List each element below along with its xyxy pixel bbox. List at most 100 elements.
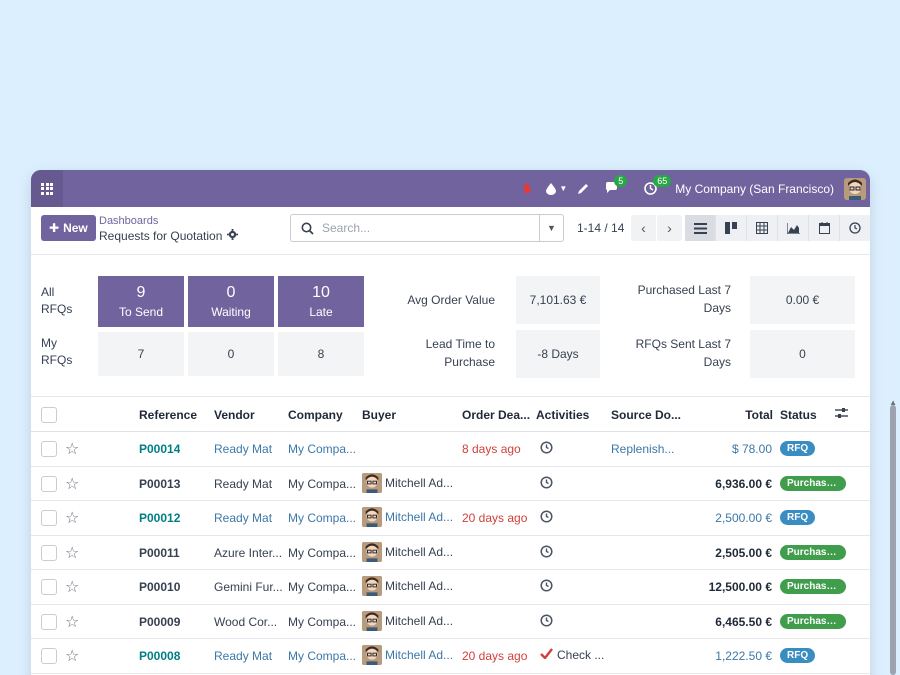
- graph-view-icon[interactable]: [778, 215, 809, 241]
- row-vendor[interactable]: Ready Mat: [214, 511, 284, 525]
- row-buyer[interactable]: Mitchell Ad...: [362, 576, 453, 596]
- activity-clock-icon[interactable]: [540, 510, 553, 526]
- optional-columns-toggle-icon[interactable]: [835, 407, 848, 422]
- row-vendor[interactable]: Gemini Fur...: [214, 580, 284, 594]
- column-buyer[interactable]: Buyer: [362, 408, 396, 422]
- star-icon[interactable]: ☆: [65, 646, 79, 666]
- table-row[interactable]: ☆ P00011 Azure Inter... My Compa... Mitc…: [31, 536, 870, 570]
- table-row[interactable]: ☆ P00008 Ready Mat My Compa... Mitchell …: [31, 639, 870, 674]
- theme-drop-icon[interactable]: ▼: [546, 182, 567, 195]
- row-company[interactable]: My Compa...: [288, 442, 358, 456]
- row-buyer[interactable]: Mitchell Ad...: [362, 645, 453, 665]
- activity-clock-icon[interactable]: [540, 579, 553, 595]
- table-row[interactable]: ☆ P00014 Ready Mat My Compa... 8 days ag…: [31, 432, 870, 467]
- column-vendor[interactable]: Vendor: [214, 408, 255, 422]
- new-button[interactable]: ✚ New: [41, 215, 96, 241]
- row-buyer[interactable]: Mitchell Ad...: [362, 541, 453, 562]
- all-waiting-tile[interactable]: 0 Waiting: [188, 276, 274, 327]
- all-late-tile[interactable]: 10 Late: [278, 276, 364, 327]
- activity-clock-icon[interactable]: [540, 544, 553, 561]
- row-checkbox[interactable]: [41, 613, 57, 630]
- row-reference[interactable]: P00009: [139, 615, 180, 629]
- column-order-deadline[interactable]: Order Dea...: [462, 408, 530, 422]
- company-switcher[interactable]: My Company (San Francisco): [675, 182, 834, 196]
- star-icon[interactable]: ☆: [65, 508, 79, 528]
- row-checkbox[interactable]: [41, 544, 57, 561]
- table-row[interactable]: ☆ P00009 Wood Cor... My Compa... Mitchel…: [31, 605, 870, 639]
- star-icon[interactable]: ☆: [65, 439, 79, 459]
- activity-clock-icon[interactable]: [540, 441, 553, 457]
- row-company[interactable]: My Compa...: [288, 546, 358, 560]
- row-buyer[interactable]: Mitchell Ad...: [362, 610, 453, 631]
- search-options-chevron-down-icon[interactable]: ▼: [539, 215, 563, 241]
- row-buyer[interactable]: Mitchell Ad...: [362, 472, 453, 493]
- row-checkbox[interactable]: [41, 441, 57, 457]
- activity-clock-icon[interactable]: 65: [644, 175, 672, 195]
- star-icon[interactable]: ☆: [65, 612, 79, 632]
- row-reference[interactable]: P00013: [139, 477, 180, 491]
- all-to-send-tile[interactable]: 9 To Send: [98, 276, 184, 327]
- my-to-send-tile[interactable]: 7: [98, 332, 184, 376]
- user-avatar[interactable]: [844, 177, 866, 200]
- activity-clock-icon[interactable]: [540, 613, 553, 630]
- column-reference[interactable]: Reference: [139, 408, 197, 422]
- row-checkbox[interactable]: [41, 579, 57, 595]
- star-icon[interactable]: ☆: [65, 577, 79, 597]
- search-bar[interactable]: Search... ▼: [290, 214, 564, 242]
- row-company[interactable]: My Compa...: [288, 477, 358, 491]
- row-buyer[interactable]: Mitchell Ad...: [362, 507, 453, 527]
- pager-next-icon[interactable]: ›: [657, 215, 682, 241]
- kanban-view-icon[interactable]: [716, 215, 747, 241]
- list-view-icon[interactable]: [685, 215, 716, 241]
- star-icon[interactable]: ☆: [65, 474, 79, 494]
- pager-previous-icon[interactable]: ‹: [631, 215, 656, 241]
- search-input[interactable]: Search...: [322, 221, 539, 235]
- row-company[interactable]: My Compa...: [288, 615, 358, 629]
- row-company[interactable]: My Compa...: [288, 511, 358, 525]
- row-vendor[interactable]: Azure Inter...: [214, 546, 284, 560]
- row-reference[interactable]: P00012: [139, 511, 180, 525]
- row-vendor[interactable]: Ready Mat: [214, 649, 284, 663]
- debug-bug-icon[interactable]: [522, 183, 532, 194]
- pager-value[interactable]: 1-14 / 14: [577, 221, 624, 235]
- table-row[interactable]: ☆ P00012 Ready Mat My Compa... Mitchell …: [31, 501, 870, 536]
- column-total[interactable]: Total: [745, 408, 773, 422]
- apps-menu-icon[interactable]: [31, 170, 63, 207]
- row-vendor[interactable]: Ready Mat: [214, 477, 284, 491]
- select-all-checkbox[interactable]: [41, 407, 57, 423]
- checkmark-icon: [540, 648, 553, 662]
- row-reference[interactable]: P00008: [139, 649, 180, 663]
- row-reference[interactable]: P00010: [139, 580, 180, 594]
- activity-clock-icon[interactable]: [540, 475, 553, 492]
- column-activities[interactable]: Activities: [536, 408, 589, 422]
- activity-view-clock-icon[interactable]: [840, 215, 870, 241]
- row-company[interactable]: My Compa...: [288, 580, 358, 594]
- table-row[interactable]: ☆ P00013 Ready Mat My Compa... Mitchell …: [31, 467, 870, 501]
- row-company[interactable]: My Compa...: [288, 649, 358, 663]
- breadcrumb-dashboards-link[interactable]: Dashboards: [99, 215, 158, 227]
- table-row[interactable]: ☆ P00010 Gemini Fur... My Compa... Mitch…: [31, 570, 870, 605]
- row-source-document[interactable]: Replenish...: [611, 442, 677, 456]
- row-checkbox[interactable]: [41, 510, 57, 526]
- calendar-view-icon[interactable]: [809, 215, 840, 241]
- vertical-scrollbar[interactable]: [890, 405, 896, 675]
- app-window: ▼ 5 65 My Company (San Francisco) ✚ New: [31, 170, 870, 675]
- row-vendor[interactable]: Ready Mat: [214, 442, 284, 456]
- row-reference[interactable]: P00011: [139, 546, 180, 560]
- my-waiting-tile[interactable]: 0: [188, 332, 274, 376]
- edit-pencil-icon[interactable]: [577, 183, 589, 195]
- row-vendor[interactable]: Wood Cor...: [214, 615, 284, 629]
- chat-icon[interactable]: 5: [605, 175, 628, 195]
- column-company[interactable]: Company: [288, 408, 343, 422]
- row-checkbox[interactable]: [41, 648, 57, 664]
- pivot-view-icon[interactable]: [747, 215, 778, 241]
- row-checkbox[interactable]: [41, 475, 57, 492]
- star-icon[interactable]: ☆: [65, 543, 79, 563]
- row-activity[interactable]: Check ...: [540, 648, 604, 662]
- my-late-tile[interactable]: 8: [278, 332, 364, 376]
- column-source-document[interactable]: Source Do...: [611, 408, 681, 422]
- row-reference[interactable]: P00014: [139, 442, 180, 456]
- column-status[interactable]: Status: [780, 408, 817, 422]
- gear-icon[interactable]: [227, 229, 239, 243]
- breadcrumb-current: Requests for Quotation: [99, 229, 239, 243]
